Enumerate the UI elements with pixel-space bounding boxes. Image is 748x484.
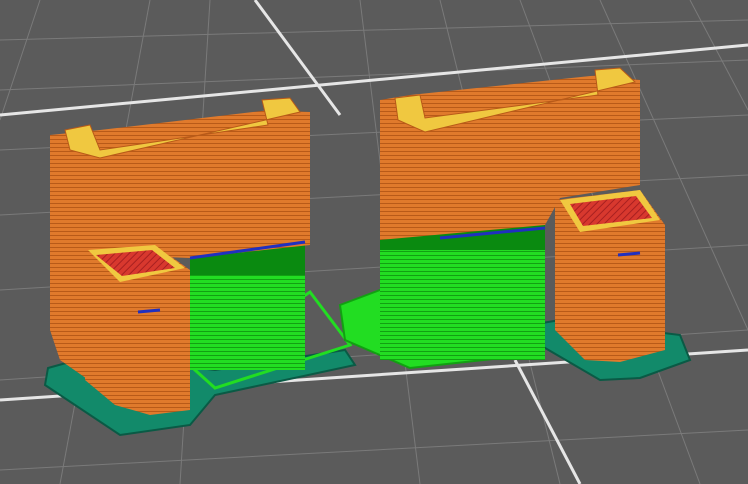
bridge [617,251,641,257]
3d-viewport[interactable] [0,0,748,484]
bridge [137,308,161,314]
print-preview-canvas[interactable] [0,0,748,484]
object-left[interactable] [43,97,357,437]
object-right[interactable] [338,67,692,382]
